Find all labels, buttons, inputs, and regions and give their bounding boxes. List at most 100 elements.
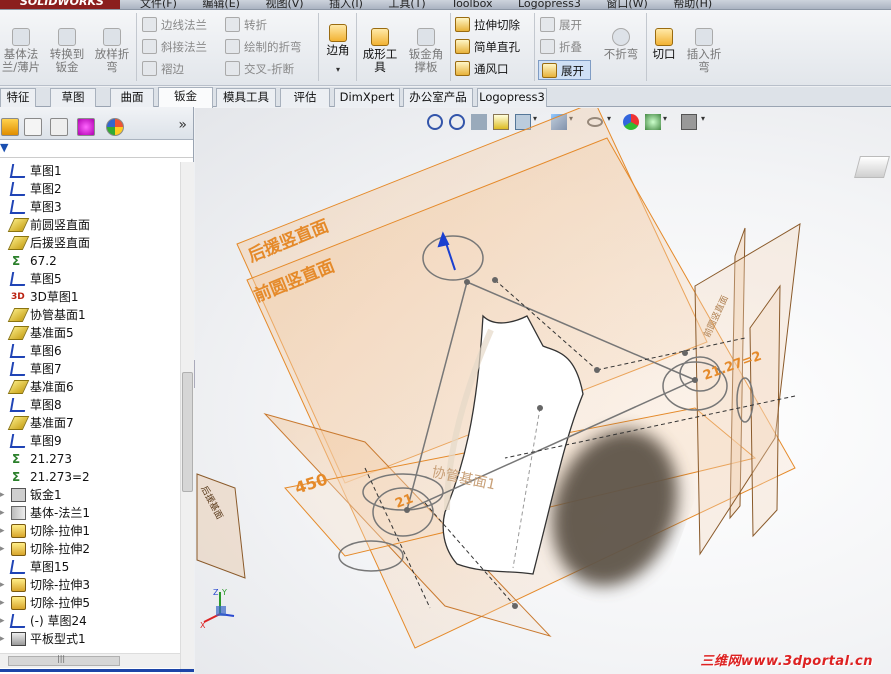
tab-sketch[interactable]: 草图 [50,88,96,107]
feature-manager-tab-icon[interactable] [1,118,19,136]
vent-button[interactable]: 通风口 [455,59,509,79]
tree-item[interactable]: ▸ (-) 草图24 [0,612,180,630]
menu-insert[interactable]: 插入(I) [329,0,363,9]
menu-logopress[interactable]: Logopress3 [518,0,581,9]
unfold-button[interactable]: 展开 [540,15,582,35]
tree-item[interactable]: 后援竖直面 [0,234,180,252]
sheetmetal-gusset-button[interactable]: 钣金角 撑板 [404,28,448,74]
menu-window[interactable]: 窗口(W) [606,0,647,9]
sketch-icon [9,272,28,286]
expand-toggle-icon[interactable]: ▸ [0,504,8,522]
expand-toggle-icon[interactable]: ▸ [0,486,8,504]
tab-mold-tools[interactable]: 模具工具 [216,88,276,107]
tree-item[interactable]: 草图7 [0,360,180,378]
extruded-cut-button[interactable]: 拉伸切除 [455,15,520,35]
tree-item[interactable]: 草图3 [0,198,180,216]
miter-flange-button[interactable]: 斜接法兰 [142,37,207,57]
tab-office-products[interactable]: 办公室产品 [403,88,473,107]
sketched-bend-button[interactable]: 绘制的折弯 [225,37,302,57]
tab-sheetmetal[interactable]: 钣金 [158,87,213,108]
menu-file[interactable]: 文件(F) [140,0,177,9]
hem-label: 褶边 [161,62,184,76]
lofted-bend-button[interactable]: 放样折 弯 [92,28,132,74]
tree-item[interactable]: 21.273 [0,450,180,468]
jog-button[interactable]: 转折 [225,15,267,35]
menu-edit[interactable]: 编辑(E) [202,0,240,9]
rip-button[interactable]: 切口 [648,28,680,61]
expand-toggle-icon[interactable]: ▸ [0,576,8,594]
ribbon-separator [356,13,357,81]
jog-icon [225,17,240,32]
panel-tabs: » [0,107,193,140]
corners-button[interactable]: 边角 ▾ [322,24,354,76]
tree-item[interactable]: ▸ 切除-拉伸5 [0,594,180,612]
model-view[interactable]: 后援竖直面 前圆竖直面 450 21.27=2 21 协管基面1 后援基面 前圆… [195,108,891,674]
command-tabs: 特征 草图 曲面 钣金 模具工具 评估 DimXpert 办公室产品 Logop… [0,87,891,108]
tree-vertical-scrollbar[interactable] [180,162,194,674]
scroll-thumb[interactable] [8,654,120,666]
menu-tools[interactable]: 工具(T) [388,0,425,9]
tree-item[interactable]: 草图15 [0,558,180,576]
expand-toggle-icon[interactable]: ▸ [0,522,8,540]
tree-item[interactable]: ▸ 钣金1 [0,486,180,504]
ribbon-separator [450,13,451,81]
convert-to-sheetmetal-button[interactable]: 转换到 钣金 [47,28,87,74]
tree-item[interactable]: 草图1 [0,162,180,180]
tab-features[interactable]: 特征 [0,88,36,107]
insert-bends-button[interactable]: 插入折 弯 [683,28,725,74]
tree-item[interactable]: ▸ 切除-拉伸2 [0,540,180,558]
corners-dropdown-icon[interactable]: ▾ [322,63,354,76]
no-bends-button[interactable]: 不折弯 [600,28,642,61]
tab-surfaces[interactable]: 曲面 [110,88,154,107]
tab-evaluate[interactable]: 评估 [280,88,330,107]
cross-break-button[interactable]: 交叉-折断 [225,59,294,79]
vent-label: 通风口 [474,62,509,76]
flatten-button[interactable]: 展开 [538,60,591,80]
tree-item[interactable]: 草图8 [0,396,180,414]
configuration-manager-tab-icon[interactable] [50,118,68,136]
hem-button[interactable]: 褶边 [142,59,184,79]
tree-item[interactable]: 基准面7 [0,414,180,432]
base-flange-button[interactable]: 基体法 兰/薄片 [0,28,42,74]
unfold-label: 展开 [559,18,582,32]
simple-hole-button[interactable]: 简单直孔 [455,37,520,57]
tree-item[interactable]: ▸ 基体-法兰1 [0,504,180,522]
menu-bar: 文件(F) 编辑(E) 视图(V) 插入(I) 工具(T) Toolbox Lo… [140,0,734,9]
scroll-thumb[interactable] [182,372,193,492]
dimxpert-tab-icon[interactable] [77,118,95,136]
tree-horizontal-scrollbar[interactable] [0,653,180,668]
tree-item[interactable]: 3D 3D草图1 [0,288,180,306]
fold-button[interactable]: 折叠 [540,37,582,57]
expand-toggle-icon[interactable]: ▸ [0,594,8,612]
tree-item[interactable]: 草图5 [0,270,180,288]
tree-item[interactable]: 21.273=2 [0,468,180,486]
tree-item[interactable]: 草图9 [0,432,180,450]
forming-tool-button[interactable]: 成形工 具 [359,28,401,74]
tab-logopress3[interactable]: Logopress3 [477,88,547,107]
tree-item[interactable]: ▸ 切除-拉伸1 [0,522,180,540]
tree-filter[interactable]: ▼ [0,140,193,158]
tree-item[interactable]: 前圆竖直面 [0,216,180,234]
expand-toggle-icon[interactable]: ▸ [0,540,8,558]
graphics-area[interactable]: ▾ ▾ ▾ ▾ ▾ [195,108,891,674]
tree-item[interactable]: 基准面6 [0,378,180,396]
tab-dimxpert[interactable]: DimXpert [334,88,400,107]
tree-item[interactable]: 基准面5 [0,324,180,342]
expand-toggle-icon[interactable]: ▸ [0,630,8,648]
tree-item[interactable]: ▸ 平板型式1 [0,630,180,648]
edge-flange-button[interactable]: 边线法兰 [142,15,207,35]
expand-panel-icon[interactable]: » [178,117,187,133]
tree-item[interactable]: 67.2 [0,252,180,270]
tree-item[interactable]: ▸ 切除-拉伸3 [0,576,180,594]
property-manager-tab-icon[interactable] [24,118,42,136]
display-manager-tab-icon[interactable] [106,118,124,136]
lofted-bend-label: 放样折 弯 [94,47,130,74]
menu-view[interactable]: 视图(V) [265,0,303,9]
expand-toggle-icon[interactable]: ▸ [0,612,8,630]
tree-item[interactable]: 协管基面1 [0,306,180,324]
menu-help[interactable]: 帮助(H) [673,0,712,9]
tree-item[interactable]: 草图2 [0,180,180,198]
menu-toolbox[interactable]: Toolbox [451,0,492,9]
tree-item-label: 切除-拉伸1 [30,524,90,538]
tree-item[interactable]: 草图6 [0,342,180,360]
